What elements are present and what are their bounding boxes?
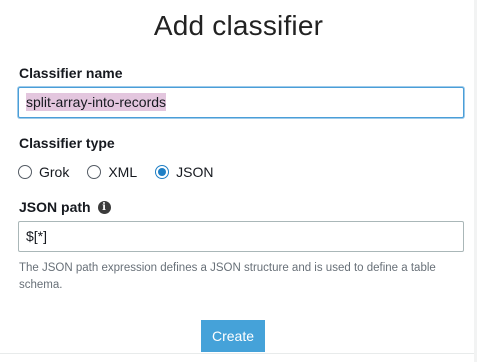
- radio-json-circle[interactable]: [155, 165, 170, 179]
- dialog-title: Add classifier: [153, 10, 324, 41]
- add-classifier-dialog: Add classifier Classifier name split-arr…: [0, 0, 477, 362]
- radio-grok[interactable]: Grok: [18, 164, 69, 180]
- json-path-label-row: JSON path i: [19, 198, 111, 216]
- json-path-help-text: The JSON path expression defines a JSON …: [19, 262, 436, 291]
- radio-grok-circle[interactable]: [18, 165, 32, 179]
- radio-grok-label[interactable]: Grok: [39, 164, 69, 180]
- create-button[interactable]: Create: [201, 320, 265, 352]
- radio-json[interactable]: JSON: [155, 164, 213, 180]
- radio-xml-circle[interactable]: [87, 165, 102, 179]
- radio-xml[interactable]: XML: [87, 164, 137, 180]
- classifier-name-value: split-array-into-records: [26, 93, 167, 111]
- classifier-name-input[interactable]: split-array-into-records: [18, 87, 464, 118]
- footer-divider: [0, 353, 477, 354]
- classifier-type-label: Classifier type: [19, 135, 115, 151]
- json-path-value: $[*]: [26, 228, 48, 244]
- json-path-label: JSON path: [19, 199, 91, 215]
- json-path-input[interactable]: $[*]: [18, 221, 464, 252]
- radio-json-label[interactable]: JSON: [176, 164, 213, 180]
- classifier-name-label: Classifier name: [19, 65, 123, 81]
- radio-xml-label[interactable]: XML: [108, 164, 137, 180]
- classifier-type-radio-group: Grok XML JSON: [18, 162, 231, 182]
- info-icon[interactable]: i: [97, 200, 111, 214]
